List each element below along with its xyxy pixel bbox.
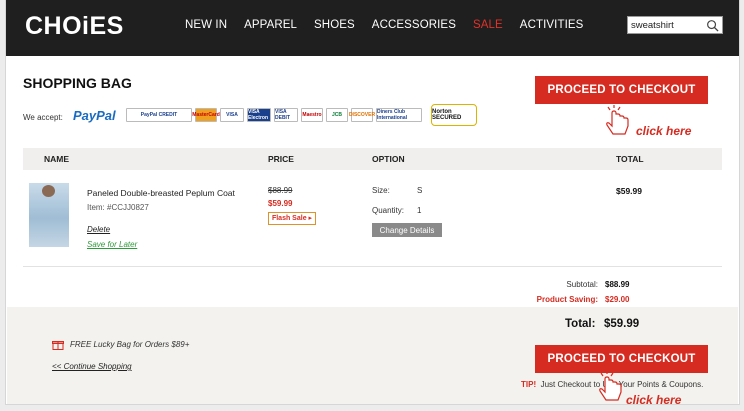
subtotal-label: Subtotal: (566, 280, 598, 289)
total-label: Total: (565, 318, 596, 330)
norton-secured-badge: Norton SECURED (431, 104, 477, 126)
header-total: TOTAL (616, 154, 644, 164)
proceed-to-checkout-bottom-button[interactable]: PROCEED TO CHECKOUT (535, 345, 708, 373)
hand-pointer-icon (599, 371, 622, 401)
jcb-logo: JCB (326, 108, 348, 122)
row-divider (23, 266, 722, 267)
nav-shoes[interactable]: SHOES (314, 19, 355, 31)
header-option: OPTION (372, 154, 405, 164)
maestro-logo: Maestro (301, 108, 323, 122)
total-value: $59.99 (604, 318, 640, 330)
tip-label: TIP! (521, 380, 537, 389)
proceed-to-checkout-top-button[interactable]: PROCEED TO CHECKOUT (535, 76, 708, 104)
nav-new-in[interactable]: NEW IN (185, 19, 227, 31)
cart-table-header: NAME PRICE OPTION TOTAL (23, 148, 722, 170)
paypal-logo: PayPal (73, 108, 116, 123)
subtotal-value: $88.99 (605, 280, 630, 289)
top-navigation-bar: CHOiES NEW IN APPAREL SHOES ACCESSORIES … (6, 0, 739, 56)
visa-logo: VISA (220, 108, 244, 122)
click-here-hint-bottom: click here (626, 393, 682, 407)
main-nav: NEW IN APPAREL SHOES ACCESSORIES SALE AC… (185, 19, 600, 31)
diners-club-logo: Diners Club International (376, 108, 422, 122)
hand-pointer-icon (606, 105, 629, 135)
quantity-label: Quantity: (372, 206, 405, 215)
product-saving-label: Product Saving: (536, 295, 598, 304)
quantity-value: 1 (417, 206, 422, 215)
visa-debit-logo: VISA DEBIT (274, 108, 298, 122)
search-box (627, 16, 723, 34)
lucky-bag-text: FREE Lucky Bag for Orders $89+ (70, 340, 190, 349)
paypal-credit-logo: PayPal CREDIT (126, 108, 192, 122)
original-price: $88.99 (268, 186, 293, 195)
row-total: $59.99 (616, 186, 642, 196)
product-saving-value: $29.00 (605, 295, 630, 304)
change-details-button[interactable]: Change Details (372, 223, 442, 237)
size-value: S (417, 186, 423, 195)
payment-cards: PayPal CREDIT MasterCard VISA VISA Elect… (126, 108, 422, 122)
sale-price: $59.99 (268, 199, 293, 208)
product-item-number: Item: #CCJJ0827 (87, 203, 149, 212)
save-for-later-link[interactable]: Save for Later (87, 240, 137, 249)
nav-apparel[interactable]: APPAREL (244, 19, 297, 31)
delete-link[interactable]: Delete (87, 225, 110, 234)
page-title: SHOPPING BAG (23, 75, 132, 91)
site-logo[interactable]: CHOiES (25, 12, 124, 41)
we-accept-label: We accept: (23, 113, 63, 122)
flash-sale-badge[interactable]: Flash Sale ▸ (268, 212, 316, 225)
search-input[interactable] (631, 18, 705, 32)
nav-sale[interactable]: SALE (473, 19, 503, 31)
mastercard-logo: MasterCard (192, 108, 220, 122)
size-label: Size: (372, 186, 390, 195)
continue-shopping-link[interactable]: << Continue Shopping (52, 362, 132, 371)
click-here-hint-top: click here (636, 124, 692, 138)
discover-logo: DISCOVER (349, 108, 375, 122)
product-name[interactable]: Paneled Double-breasted Peplum Coat (87, 188, 235, 198)
header-price: PRICE (268, 154, 294, 164)
search-icon[interactable] (706, 19, 719, 32)
nav-activities[interactable]: ACTIVITIES (520, 19, 584, 31)
header-name: NAME (44, 154, 70, 164)
page-frame: CHOiES NEW IN APPAREL SHOES ACCESSORIES … (5, 0, 740, 407)
visa-electron-logo: VISA Electron (247, 108, 271, 122)
product-thumbnail[interactable] (29, 183, 69, 247)
lucky-bag-promo: FREE Lucky Bag for Orders $89+ (52, 339, 189, 350)
nav-accessories[interactable]: ACCESSORIES (372, 19, 456, 31)
gift-icon (52, 341, 64, 350)
